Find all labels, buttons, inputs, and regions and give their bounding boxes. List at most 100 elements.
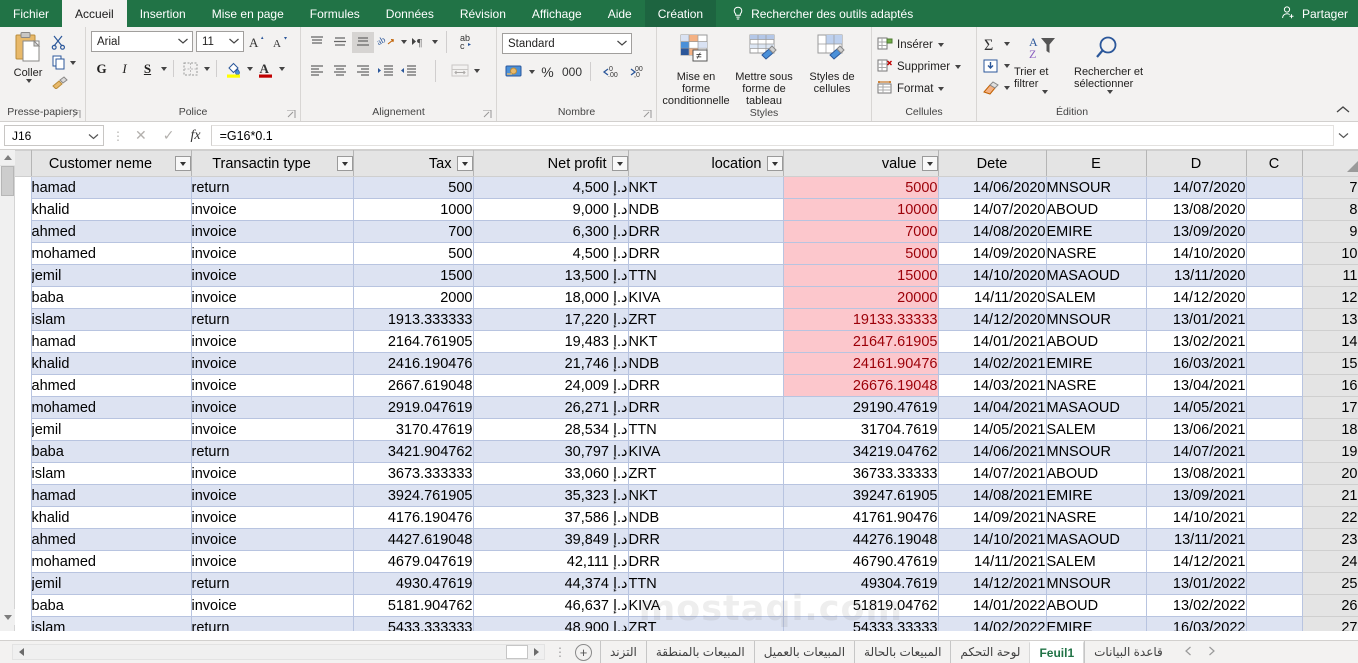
- align-middle-button[interactable]: [329, 32, 351, 53]
- row-number-header[interactable]: 15: [1301, 352, 1358, 375]
- cell-transaction-type[interactable]: invoice: [190, 264, 354, 287]
- row-number-header[interactable]: 18: [1301, 418, 1358, 441]
- cell-c[interactable]: [1245, 572, 1303, 595]
- cell-date[interactable]: 14/06/2020: [937, 176, 1047, 199]
- table-row[interactable]: mohamed invoice 2919.047619 26,271 د.إ DRR 29…: [0, 396, 1358, 419]
- borders-button[interactable]: [180, 58, 201, 79]
- cell-d[interactable]: 13/04/2021: [1145, 374, 1247, 397]
- next-sheet-button[interactable]: [1207, 645, 1216, 659]
- name-box-chevron-down-icon[interactable]: [88, 129, 99, 143]
- underline-chevron-down-icon[interactable]: [161, 66, 167, 71]
- cell-d[interactable]: 13/09/2021: [1145, 484, 1247, 507]
- cell-transaction-type[interactable]: return: [190, 440, 354, 463]
- cell-transaction-type[interactable]: invoice: [190, 242, 354, 265]
- cell-date[interactable]: 14/06/2021: [937, 440, 1047, 463]
- cell-d[interactable]: 13/01/2021: [1145, 308, 1247, 331]
- cell-location[interactable]: ZRT: [627, 616, 784, 631]
- orientation-button[interactable]: ab: [375, 32, 399, 53]
- cell-net-profit[interactable]: 28,534 د.إ: [472, 418, 629, 441]
- cell-net-profit[interactable]: 21,746 د.إ: [472, 352, 629, 375]
- cell-location[interactable]: DRR: [627, 528, 784, 551]
- cell-customer-name[interactable]: jemil: [30, 572, 192, 595]
- cell-transaction-type[interactable]: invoice: [190, 396, 354, 419]
- sheet-tab[interactable]: المبيعات بالمنطقة: [645, 640, 754, 663]
- cell-e[interactable]: ABOUD: [1045, 462, 1147, 485]
- cell-location[interactable]: NDB: [627, 506, 784, 529]
- cell-e[interactable]: ABOUD: [1045, 198, 1147, 221]
- cell-c[interactable]: [1245, 308, 1303, 331]
- sheet-tab[interactable]: Feuil1: [1029, 640, 1085, 663]
- cell-net-profit[interactable]: 46,637 د.إ: [472, 594, 629, 617]
- cell-customer-name[interactable]: khalid: [30, 506, 192, 529]
- cell-net-profit[interactable]: 6,300 د.إ: [472, 220, 629, 243]
- cell-c[interactable]: [1245, 440, 1303, 463]
- number-format-combo[interactable]: Standard: [502, 33, 632, 54]
- cell-date[interactable]: 14/12/2020: [937, 308, 1047, 331]
- ribbon-tab-fichier[interactable]: Fichier: [0, 0, 62, 27]
- cell-customer-name[interactable]: ahmed: [30, 374, 192, 397]
- cell-e[interactable]: SALEM: [1045, 418, 1147, 441]
- cell-d[interactable]: 14/07/2021: [1145, 440, 1247, 463]
- table-row[interactable]: jemil invoice 3170.47619 28,534 د.إ TTN 31704…: [0, 418, 1358, 441]
- column-header-c[interactable]: C: [1245, 150, 1303, 177]
- cell-tax[interactable]: 4930.47619: [352, 572, 474, 595]
- align-top-button[interactable]: [306, 32, 328, 53]
- rtl-direction-button[interactable]: ¶: [408, 32, 430, 53]
- cell-d[interactable]: 14/10/2021: [1145, 506, 1247, 529]
- cell-date[interactable]: 14/11/2020: [937, 286, 1047, 309]
- row-number-header[interactable]: 25: [1301, 572, 1358, 595]
- cell-net-profit[interactable]: 39,849 د.إ: [472, 528, 629, 551]
- sheet-tab[interactable]: التزند: [600, 640, 646, 663]
- cell-value[interactable]: 31704.7619: [782, 418, 939, 441]
- cell-c[interactable]: [1245, 396, 1303, 419]
- cell-customer-name[interactable]: jemil: [30, 264, 192, 287]
- table-row[interactable]: jemil invoice 1500 13,500 د.إ TTN 15000 14/10/…: [0, 264, 1358, 287]
- cell-location[interactable]: KIVA: [627, 286, 784, 309]
- cell-tax[interactable]: 2667.619048: [352, 374, 474, 397]
- clear-chevron-down-icon[interactable]: [1004, 85, 1010, 90]
- table-row[interactable]: baba invoice 2000 18,000 د.إ KIVA 20000 14/11/…: [0, 286, 1358, 309]
- table-row[interactable]: khalid invoice 1000 9,000 د.إ NDB 10000 14/07/…: [0, 198, 1358, 221]
- row-number-header[interactable]: 7: [1301, 176, 1358, 199]
- merge-cells-button[interactable]: [448, 61, 472, 82]
- ribbon-tab-aide[interactable]: Aide: [595, 0, 645, 27]
- find-select-chevron-down-icon[interactable]: [1106, 90, 1113, 94]
- cell-tax[interactable]: 3421.904762: [352, 440, 474, 463]
- cell-d[interactable]: 16/03/2022: [1145, 616, 1247, 631]
- cell-e[interactable]: MASAOUD: [1045, 396, 1147, 419]
- cell-value[interactable]: 34219.04762: [782, 440, 939, 463]
- column-header-d[interactable]: D: [1145, 150, 1247, 177]
- cell-d[interactable]: 16/03/2021: [1145, 352, 1247, 375]
- cell-c[interactable]: [1245, 550, 1303, 573]
- cell-date[interactable]: 14/01/2022: [937, 594, 1047, 617]
- ribbon-tab-insertion[interactable]: Insertion: [127, 0, 199, 27]
- cell-date[interactable]: 14/10/2020: [937, 264, 1047, 287]
- cell-customer-name[interactable]: islam: [30, 616, 192, 631]
- cell-e[interactable]: NASRE: [1045, 374, 1147, 397]
- name-box[interactable]: J16: [4, 125, 104, 146]
- font-dialog-launcher-icon[interactable]: [287, 109, 296, 119]
- cell-e[interactable]: EMIRE: [1045, 616, 1147, 631]
- cell-transaction-type[interactable]: invoice: [190, 198, 354, 221]
- cell-date[interactable]: 14/07/2020: [937, 198, 1047, 221]
- cell-value[interactable]: 19133.33333: [782, 308, 939, 331]
- cell-net-profit[interactable]: 4,500 د.إ: [472, 176, 629, 199]
- cell-transaction-type[interactable]: return: [190, 572, 354, 595]
- cell-e[interactable]: EMIRE: [1045, 352, 1147, 375]
- column-header-location[interactable]: location: [627, 150, 784, 177]
- cell-d[interactable]: 13/02/2021: [1145, 330, 1247, 353]
- insert-chevron-down-icon[interactable]: [937, 43, 944, 47]
- cell-e[interactable]: MNSOUR: [1045, 176, 1147, 199]
- row-number-header[interactable]: 21: [1301, 484, 1358, 507]
- cell-customer-name[interactable]: ahmed: [30, 528, 192, 551]
- cell-transaction-type[interactable]: invoice: [190, 418, 354, 441]
- cell-e[interactable]: ABOUD: [1045, 330, 1147, 353]
- row-number-header[interactable]: 22: [1301, 506, 1358, 529]
- cell-transaction-type[interactable]: invoice: [190, 528, 354, 551]
- cell-tax[interactable]: 4176.190476: [352, 506, 474, 529]
- horizontal-scrollbar[interactable]: [12, 644, 545, 660]
- filter-button-tax[interactable]: [456, 156, 473, 171]
- cut-button[interactable]: [51, 34, 76, 52]
- cell-date[interactable]: 14/04/2021: [937, 396, 1047, 419]
- cell-d[interactable]: 14/05/2021: [1145, 396, 1247, 419]
